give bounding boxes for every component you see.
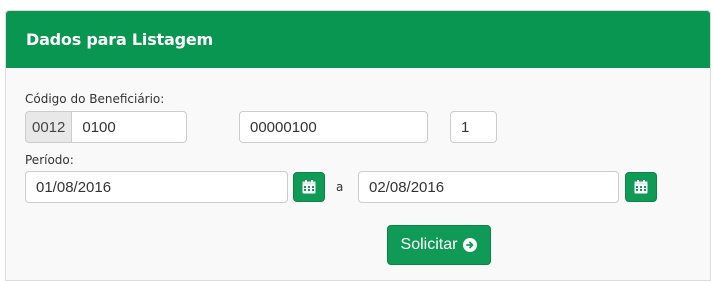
start-calendar-button[interactable] xyxy=(293,172,325,202)
beneficiario-prefix: 0012 xyxy=(25,111,72,143)
periodo-end-input[interactable] xyxy=(358,171,619,203)
arrow-circle-right-icon xyxy=(463,238,478,252)
panel-title: Dados para Listagem xyxy=(26,30,213,49)
beneficiario-code-group: 0012 xyxy=(25,111,188,143)
listing-panel: Dados para Listagem xyxy=(5,10,711,281)
calendar-icon xyxy=(634,180,648,194)
end-calendar-button[interactable] xyxy=(625,172,657,202)
panel-header: Dados para Listagem xyxy=(6,11,710,68)
solicitar-label: Solicitar xyxy=(400,236,458,253)
beneficiario-part3-input[interactable] xyxy=(450,111,497,143)
beneficiario-label: Código do Beneficiário: xyxy=(25,92,165,106)
periodo-start-input[interactable] xyxy=(25,171,288,203)
calendar-icon xyxy=(302,180,316,194)
solicitar-button[interactable]: Solicitar xyxy=(387,225,491,265)
beneficiario-part1-input[interactable] xyxy=(71,111,188,143)
period-separator: a xyxy=(336,180,344,194)
periodo-label: Período: xyxy=(25,153,74,167)
beneficiario-part2-input[interactable] xyxy=(239,111,428,143)
